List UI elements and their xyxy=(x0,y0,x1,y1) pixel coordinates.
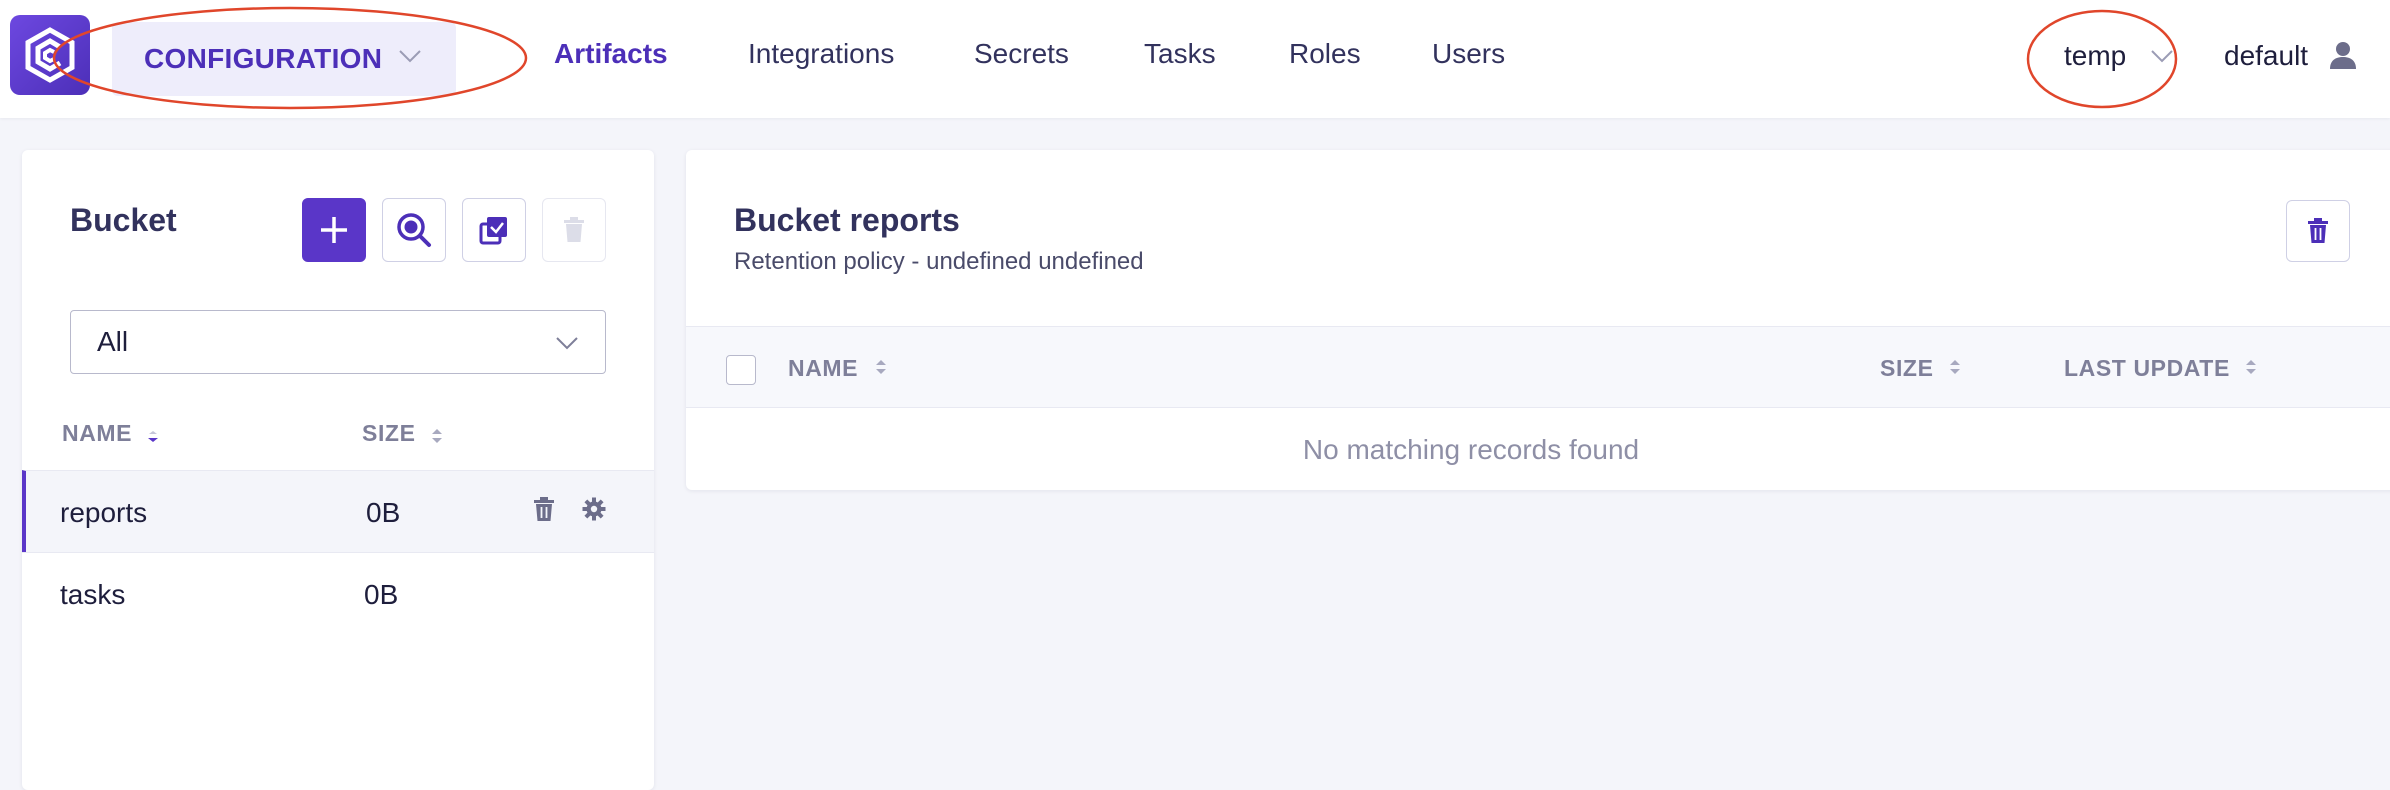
column-size-header[interactable]: SIZE xyxy=(1880,355,1934,382)
sort-icon[interactable] xyxy=(1948,357,1962,377)
sort-icon[interactable] xyxy=(874,357,888,377)
logo-icon[interactable] xyxy=(10,15,90,95)
table-row[interactable]: tasks 0B xyxy=(22,552,654,634)
empty-state-message: No matching records found xyxy=(1302,434,1640,465)
bucket-filter-value: All xyxy=(97,326,129,357)
column-size-header[interactable]: SIZE xyxy=(362,420,416,447)
bucket-detail-title: Bucket reports xyxy=(734,202,960,238)
delete-bucket-button[interactable] xyxy=(542,198,606,262)
chevron-down-icon xyxy=(556,337,578,350)
nav-secrets[interactable]: Secrets xyxy=(974,38,1069,70)
plus-icon xyxy=(321,217,347,243)
column-name-header[interactable]: NAME xyxy=(62,420,132,447)
nav-integrations[interactable]: Integrations xyxy=(748,38,894,70)
nav-roles[interactable]: Roles xyxy=(1289,38,1361,70)
bucket-size: 0B xyxy=(364,579,399,610)
bucket-table-header: NAME SIZE xyxy=(22,408,654,460)
bucket-name: tasks xyxy=(60,579,126,610)
user-icon[interactable] xyxy=(2328,40,2358,70)
delete-artifacts-button[interactable] xyxy=(2286,200,2350,262)
nav-users[interactable]: Users xyxy=(1432,38,1505,70)
column-last-update-header[interactable]: LAST UPDATE xyxy=(2064,355,2230,382)
search-icon xyxy=(397,213,431,247)
sort-icon[interactable] xyxy=(430,426,444,446)
bucket-panel-title: Bucket xyxy=(70,202,177,238)
table-row[interactable]: reports 0B xyxy=(22,470,654,552)
nav-tasks[interactable]: Tasks xyxy=(1144,38,1216,70)
add-bucket-button[interactable] xyxy=(302,198,366,262)
sort-icon[interactable] xyxy=(2244,357,2258,377)
trash-icon xyxy=(2308,218,2328,243)
search-bucket-button[interactable] xyxy=(382,198,446,262)
copy-icon xyxy=(479,217,507,245)
bucket-name: reports xyxy=(60,497,148,528)
bucket-panel: Bucket All NAME SIZE reports 0B tasks 0B xyxy=(22,150,654,790)
gear-icon[interactable] xyxy=(582,497,606,521)
top-bar: CONFIGURATION Artifacts Integrations Sec… xyxy=(0,0,2390,118)
section-dropdown-label: CONFIGURATION xyxy=(144,43,383,74)
chevron-down-icon[interactable] xyxy=(2150,48,2174,64)
chevron-down-icon xyxy=(399,50,421,63)
tenant-selector[interactable]: temp xyxy=(2064,40,2126,72)
nav-artifacts[interactable]: Artifacts xyxy=(554,38,668,70)
trash-icon[interactable] xyxy=(534,497,554,521)
bucket-detail-panel: Bucket reports Retention policy - undefi… xyxy=(686,150,2390,490)
artifacts-table-header: NAME SIZE LAST UPDATE xyxy=(686,326,2390,408)
column-name-header[interactable]: NAME xyxy=(788,355,858,382)
section-dropdown[interactable]: CONFIGURATION xyxy=(112,22,456,96)
user-menu[interactable]: default xyxy=(2224,40,2308,72)
bucket-size: 0B xyxy=(366,497,401,528)
copy-bucket-button[interactable] xyxy=(462,198,526,262)
bucket-filter-select[interactable]: All xyxy=(70,310,606,374)
sort-icon[interactable] xyxy=(146,430,160,444)
retention-policy-text: Retention policy - undefined undefined xyxy=(734,248,1144,275)
trash-icon xyxy=(564,217,584,242)
select-all-checkbox[interactable] xyxy=(726,355,756,385)
